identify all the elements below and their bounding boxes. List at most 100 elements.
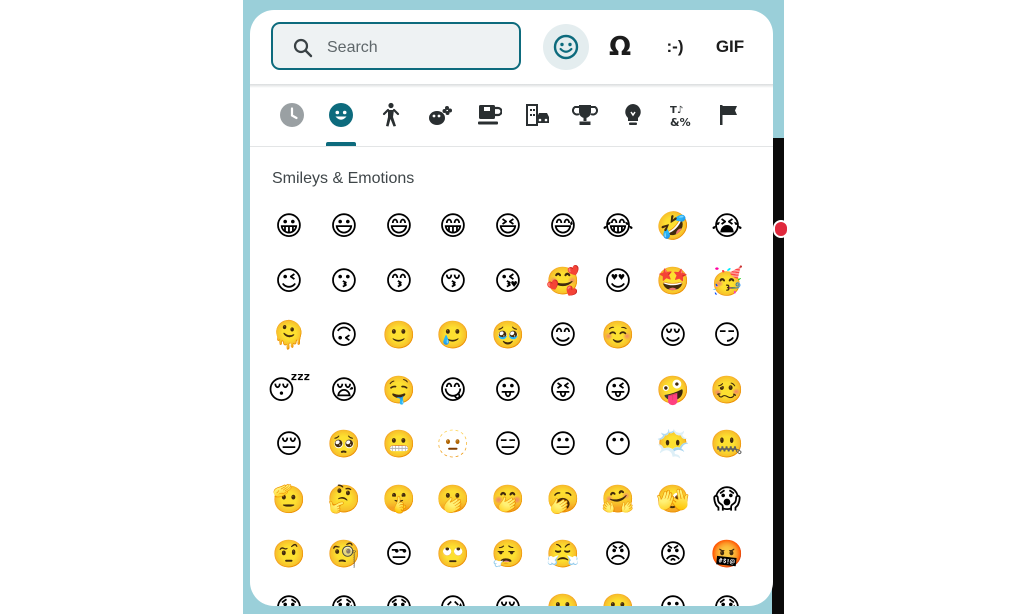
section-title: Smileys & Emotions: [272, 170, 415, 187]
search-box[interactable]: [271, 22, 521, 70]
emoji-button[interactable]: 😔: [269, 424, 309, 464]
emoji-button[interactable]: 😌: [653, 315, 693, 355]
emoji-button[interactable]: ☺️: [598, 315, 638, 355]
emoji-button[interactable]: 🤩: [653, 261, 693, 301]
tab-flags[interactable]: [712, 98, 746, 132]
flag-icon: [720, 105, 737, 125]
tab-smileys-emotions[interactable]: [324, 98, 358, 132]
emoji-button[interactable]: 🤣: [653, 206, 693, 246]
svg-text:T♪: T♪: [670, 105, 683, 116]
background-badge-icon: [773, 220, 789, 238]
emoji-button[interactable]: 😄: [379, 206, 419, 246]
emoji-button[interactable]: 😑: [488, 424, 528, 464]
emoji-button[interactable]: 😚: [433, 261, 473, 301]
emoji-button[interactable]: 🤨: [269, 534, 309, 574]
emoji-button[interactable]: 🧐: [324, 534, 364, 574]
svg-text:&%: &%: [670, 116, 691, 128]
emoji-button[interactable]: 😠: [598, 534, 638, 574]
emoji-button[interactable]: 😱: [707, 479, 747, 519]
emoji-button[interactable]: 😡: [653, 534, 693, 574]
tab-symbols[interactable]: T♪ &%: [665, 98, 699, 132]
emoji-button[interactable]: 🫢: [433, 479, 473, 519]
tab-activities[interactable]: [568, 98, 602, 132]
emoji-button[interactable]: 🥺: [324, 424, 364, 464]
emoji-button[interactable]: 😉: [269, 261, 309, 301]
emoji-button[interactable]: 🤭: [488, 479, 528, 519]
emoji-button[interactable]: 😁: [433, 206, 473, 246]
tab-objects[interactable]: [616, 98, 650, 132]
emoji-button[interactable]: 😴: [267, 370, 310, 410]
emoji-button[interactable]: 😘: [488, 261, 528, 301]
emoji-button[interactable]: 🙂: [379, 315, 419, 355]
emoji-button[interactable]: 😀: [269, 206, 309, 246]
emoji-button[interactable]: 😤: [543, 534, 583, 574]
smiley-icon: [553, 34, 579, 60]
tab-food-drink[interactable]: [472, 98, 506, 132]
emoji-button[interactable]: 😒: [379, 534, 419, 574]
emoji-button[interactable]: 🙃: [324, 315, 364, 355]
emoji-button[interactable]: 🫠: [269, 315, 309, 355]
emoji-button[interactable]: 🫥: [433, 424, 473, 464]
tab-animals-nature[interactable]: [423, 98, 457, 132]
emoji-button[interactable]: 😶‍🌫️: [653, 424, 693, 464]
symbols-mode-button[interactable]: Ω: [597, 24, 643, 70]
emoji-mode-button[interactable]: [543, 24, 589, 70]
emoji-button[interactable]: 🤗: [598, 479, 638, 519]
emoji-button[interactable]: 😂: [598, 206, 638, 246]
emoji-button[interactable]: 😍: [598, 261, 638, 301]
emoji-button[interactable]: 😭: [707, 206, 747, 246]
emoji-button[interactable]: 😟: [379, 588, 419, 607]
emoji-button[interactable]: ☹️: [543, 588, 583, 607]
tab-recent[interactable]: [275, 98, 309, 132]
animal-flower-icon: [429, 106, 452, 125]
emoji-button[interactable]: 🤤: [379, 370, 419, 410]
emoji-button[interactable]: 🥱: [543, 479, 583, 519]
emoji-button[interactable]: 😅: [543, 206, 583, 246]
emoji-button[interactable]: 😜: [598, 370, 638, 410]
search-input[interactable]: [325, 34, 509, 62]
emoji-button[interactable]: 😊: [543, 315, 583, 355]
lightbulb-icon: [625, 104, 641, 125]
emoji-button[interactable]: 😙: [379, 261, 419, 301]
search-icon: [293, 38, 313, 58]
emoji-button[interactable]: 😪: [324, 370, 364, 410]
emoji-button[interactable]: 🫣: [653, 479, 693, 519]
emoji-button[interactable]: 🥹: [488, 315, 528, 355]
tab-people[interactable]: [373, 98, 407, 132]
emoji-button[interactable]: 🤬: [707, 534, 747, 574]
emoji-button[interactable]: 😰: [707, 588, 747, 607]
clock-icon: [280, 103, 304, 127]
emoji-button[interactable]: 🤫: [379, 479, 419, 519]
emoji-button[interactable]: 😃: [324, 206, 364, 246]
emoji-button[interactable]: 😶: [598, 424, 638, 464]
emoji-button[interactable]: 😝: [543, 370, 583, 410]
emoji-button[interactable]: 🙄: [433, 534, 473, 574]
emoji-button[interactable]: 🤔: [324, 479, 364, 519]
emoji-button[interactable]: 🥳: [707, 261, 747, 301]
emoticons-mode-button[interactable]: :-): [652, 24, 698, 70]
emoji-button[interactable]: 🥲: [433, 315, 473, 355]
emoji-button[interactable]: 😋: [433, 370, 473, 410]
emoji-button[interactable]: 🙁: [598, 588, 638, 607]
gif-mode-button[interactable]: GIF: [707, 24, 753, 70]
emoji-button[interactable]: 🫡: [269, 479, 309, 519]
emoji-button[interactable]: 😐: [543, 424, 583, 464]
tab-travel-places[interactable]: [521, 98, 555, 132]
emoji-button[interactable]: 😕: [653, 588, 693, 607]
emoji-button[interactable]: 😥: [433, 588, 473, 607]
emoji-button[interactable]: 🤪: [653, 370, 693, 410]
emoji-button[interactable]: 😗: [324, 261, 364, 301]
emoji-button[interactable]: 😮‍💨: [488, 534, 528, 574]
background-window: [772, 138, 784, 614]
emoji-button[interactable]: 😆: [488, 206, 528, 246]
emoji-button[interactable]: 🥴: [707, 370, 747, 410]
emoji-button[interactable]: 😬: [379, 424, 419, 464]
emoji-button[interactable]: 😞: [269, 588, 309, 607]
emoji-button[interactable]: 😢: [488, 588, 528, 607]
emoji-button[interactable]: 😏: [707, 315, 747, 355]
emoji-button[interactable]: 🤐: [707, 424, 747, 464]
emoji-button[interactable]: 🥰: [543, 261, 583, 301]
emoji-button[interactable]: 😓: [324, 588, 364, 607]
emoji-button[interactable]: 😛: [488, 370, 528, 410]
symbols-icon: T♪ &%: [670, 105, 691, 128]
